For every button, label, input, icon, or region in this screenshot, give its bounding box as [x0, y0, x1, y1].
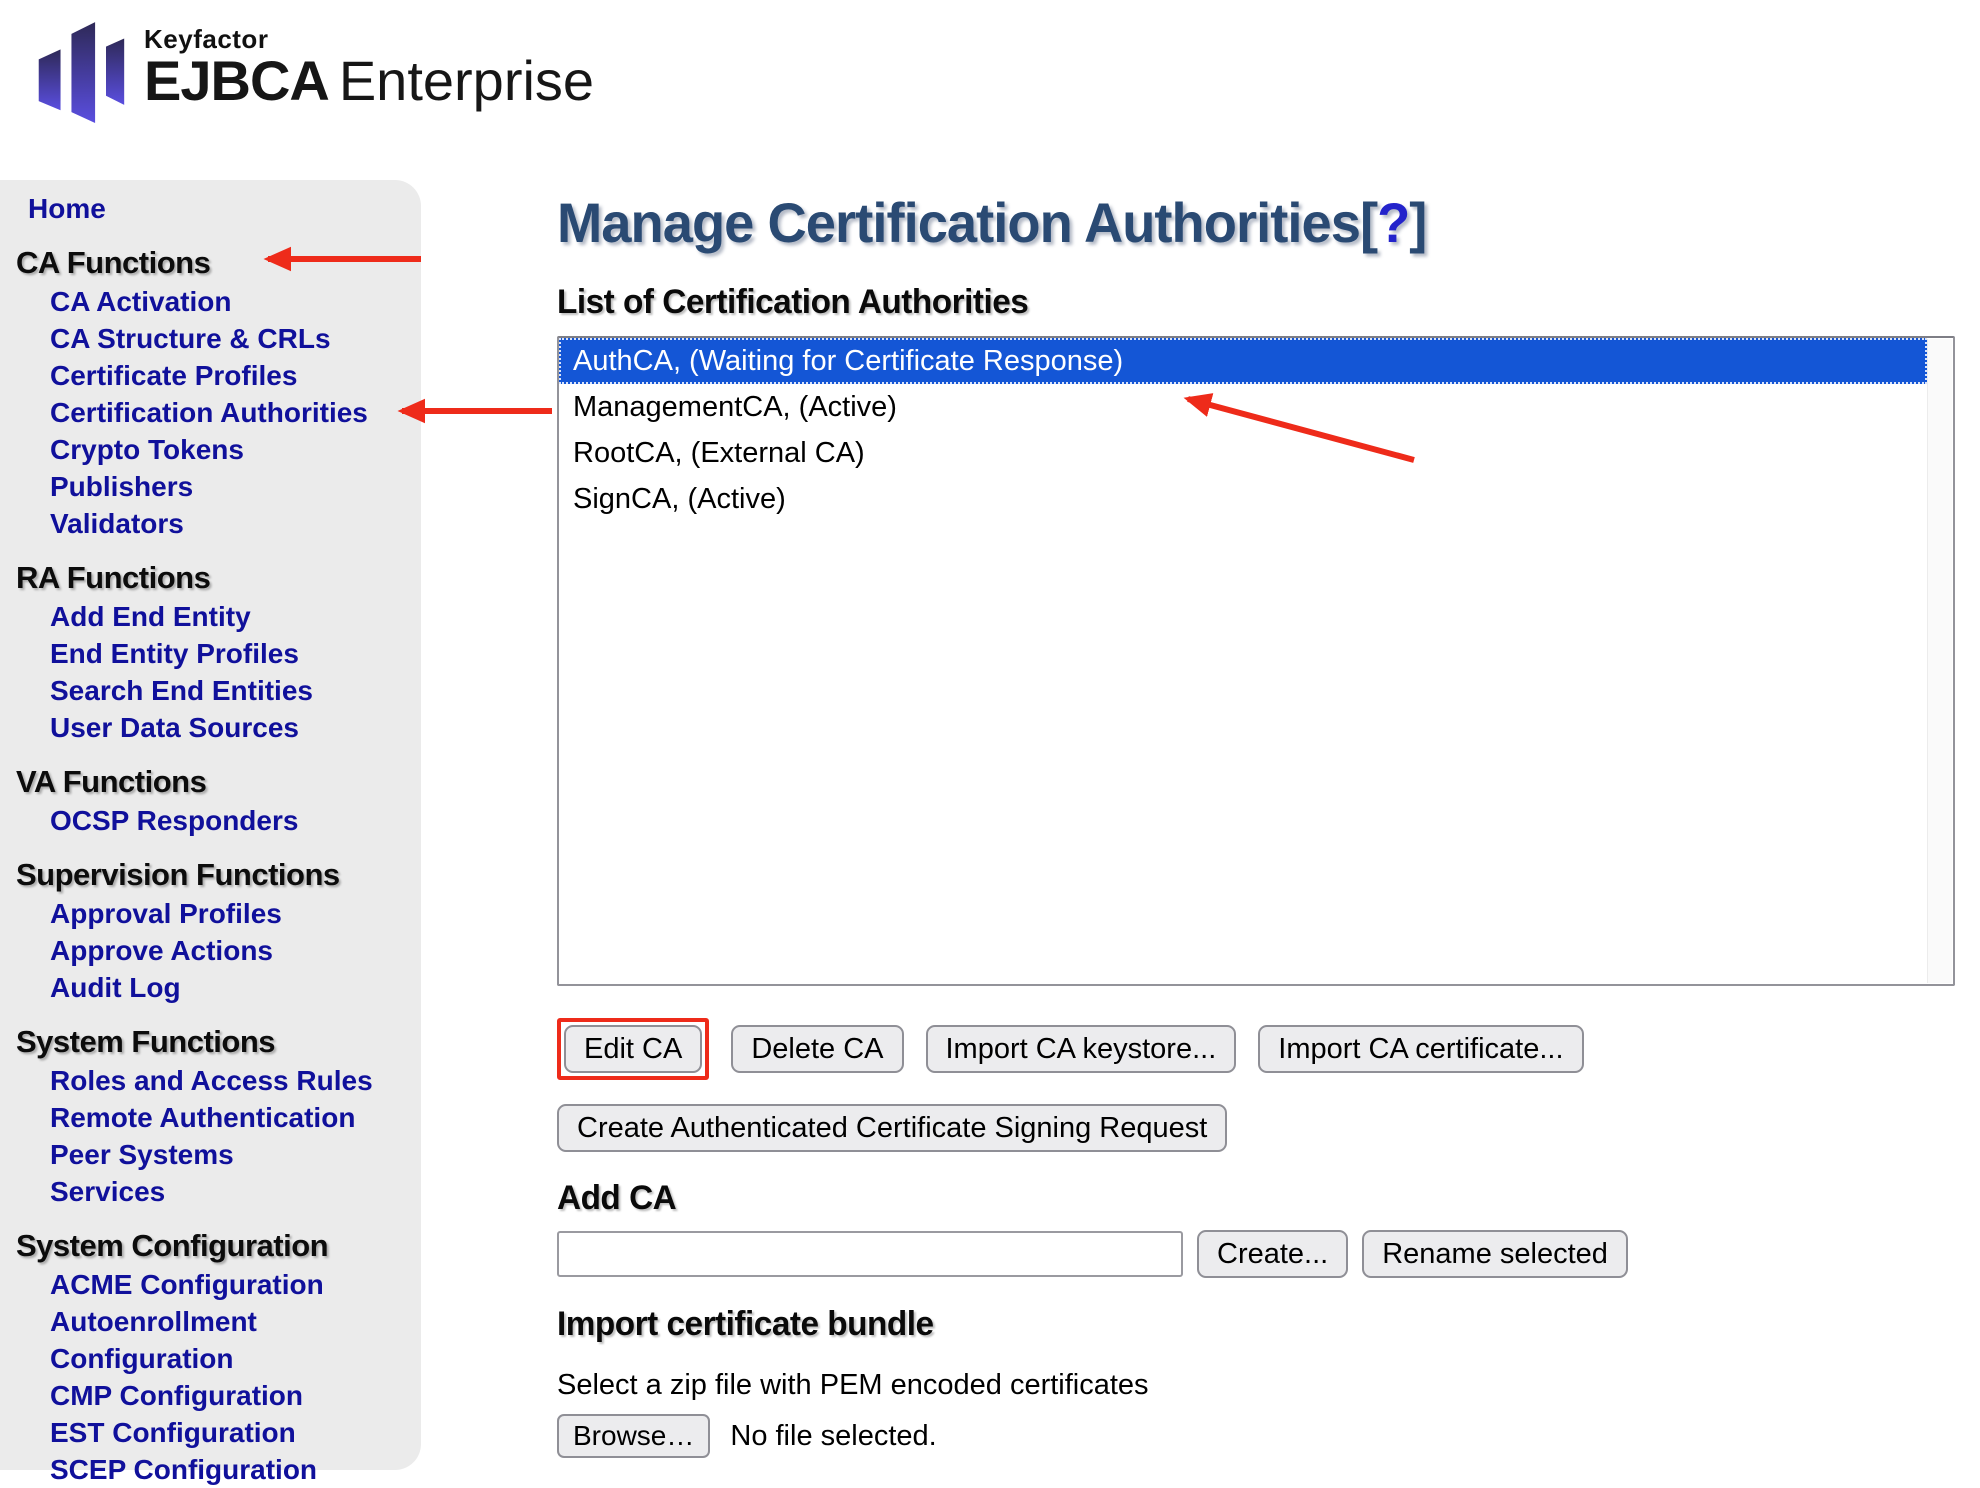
sidebar-item-ca-structure-crls[interactable]: CA Structure & CRLs: [50, 320, 390, 357]
sidebar-item-autoenrollment-configuration[interactable]: Autoenrollment Configuration: [50, 1303, 390, 1377]
add-ca-row: Create... Rename selected: [557, 1230, 1960, 1278]
sidebar-item-approve-actions[interactable]: Approve Actions: [50, 932, 390, 969]
sidebar-item-end-entity-profiles[interactable]: End Entity Profiles: [50, 635, 390, 672]
app-header: Keyfactor EJBCAEnterprise: [26, 6, 594, 130]
help-question-icon: ?: [1377, 191, 1409, 254]
sidebar-item-validators[interactable]: Validators: [50, 505, 390, 542]
ca-name-input[interactable]: [557, 1231, 1183, 1277]
ca-list-item-managementca[interactable]: ManagementCA, (Active): [559, 384, 1927, 430]
edit-ca-button[interactable]: Edit CA: [564, 1025, 702, 1073]
main-content: Manage Certification Authorities[?] List…: [557, 190, 1960, 1458]
create-ca-button[interactable]: Create...: [1197, 1230, 1348, 1278]
import-ca-keystore-button[interactable]: Import CA keystore...: [926, 1025, 1237, 1073]
ca-toolbar: Edit CA Delete CA Import CA keystore... …: [557, 1018, 1960, 1080]
sidebar-item-audit-log[interactable]: Audit Log: [50, 969, 390, 1006]
file-picker-row: Browse… No file selected.: [557, 1414, 1960, 1458]
sidebar-item-acme-configuration[interactable]: ACME Configuration: [50, 1266, 390, 1303]
sidebar-item-search-end-entities[interactable]: Search End Entities: [50, 672, 390, 709]
add-ca-heading: Add CA: [557, 1178, 1932, 1218]
sidebar-item-remote-authentication[interactable]: Remote Authentication: [50, 1099, 390, 1136]
import-bundle-heading: Import certificate bundle: [557, 1304, 1932, 1344]
sidebar-item-crypto-tokens[interactable]: Crypto Tokens: [50, 431, 390, 468]
brand-edition: Enterprise: [339, 49, 594, 112]
sidebar-section-header-ra-functions: RA Functions: [16, 558, 421, 598]
sidebar-section-header-ca-functions: CA Functions: [16, 243, 421, 283]
ca-list-item-authca[interactable]: AuthCA, (Waiting for Certificate Respons…: [559, 338, 1927, 384]
sidebar-item-certificate-profiles[interactable]: Certificate Profiles: [50, 357, 390, 394]
file-status: No file selected.: [730, 1420, 936, 1453]
sidebar-section-header-system-functions: System Functions: [16, 1022, 421, 1062]
brand-text: Keyfactor EJBCAEnterprise: [144, 6, 594, 110]
keyfactor-logo-icon: [26, 6, 126, 130]
delete-ca-button[interactable]: Delete CA: [731, 1025, 903, 1073]
ca-list-item-rootca[interactable]: RootCA, (External CA): [559, 430, 1927, 476]
page-title-text: Manage Certification Authorities: [557, 191, 1360, 254]
brand-product: EJBCA: [144, 49, 329, 112]
sidebar-item-home[interactable]: Home: [28, 190, 368, 227]
ca-list-item-signca[interactable]: SignCA, (Active): [559, 476, 1927, 522]
sidebar-item-services[interactable]: Services: [50, 1173, 390, 1210]
sidebar: Home CA FunctionsCA ActivationCA Structu…: [0, 180, 421, 1470]
import-ca-certificate-button[interactable]: Import CA certificate...: [1258, 1025, 1583, 1073]
sidebar-item-add-end-entity[interactable]: Add End Entity: [50, 598, 390, 635]
sidebar-section-header-system-configuration: System Configuration: [16, 1226, 421, 1266]
sidebar-section-header-va-functions: VA Functions: [16, 762, 421, 802]
sidebar-item-ocsp-responders[interactable]: OCSP Responders: [50, 802, 390, 839]
ca-listbox[interactable]: AuthCA, (Waiting for Certificate Respons…: [557, 336, 1955, 986]
create-csr-button[interactable]: Create Authenticated Certificate Signing…: [557, 1104, 1227, 1152]
sidebar-item-ca-activation[interactable]: CA Activation: [50, 283, 390, 320]
edit-ca-annotation-box: Edit CA: [557, 1018, 709, 1080]
rename-selected-button[interactable]: Rename selected: [1362, 1230, 1628, 1278]
sidebar-item-roles-and-access-rules[interactable]: Roles and Access Rules: [50, 1062, 390, 1099]
sidebar-item-cmp-configuration[interactable]: CMP Configuration: [50, 1377, 390, 1414]
import-bundle-hint: Select a zip file with PEM encoded certi…: [557, 1368, 1960, 1402]
sidebar-item-scep-configuration[interactable]: SCEP Configuration: [50, 1451, 390, 1488]
sidebar-section-header-supervision-functions: Supervision Functions: [16, 855, 421, 895]
browse-button[interactable]: Browse…: [557, 1414, 710, 1458]
sidebar-item-publishers[interactable]: Publishers: [50, 468, 390, 505]
sidebar-item-est-configuration[interactable]: EST Configuration: [50, 1414, 390, 1451]
sidebar-item-certification-authorities[interactable]: Certification Authorities: [50, 394, 390, 431]
csr-toolbar: Create Authenticated Certificate Signing…: [557, 1104, 1960, 1152]
sidebar-item-user-data-sources[interactable]: User Data Sources: [50, 709, 390, 746]
help-link[interactable]: [?]: [1360, 191, 1426, 254]
sidebar-item-approval-profiles[interactable]: Approval Profiles: [50, 895, 390, 932]
listbox-scrollbar[interactable]: [1927, 339, 1952, 983]
ca-list-heading: List of Certification Authorities: [557, 282, 1932, 322]
sidebar-item-peer-systems[interactable]: Peer Systems: [50, 1136, 390, 1173]
page-title: Manage Certification Authorities[?]: [557, 190, 1918, 256]
